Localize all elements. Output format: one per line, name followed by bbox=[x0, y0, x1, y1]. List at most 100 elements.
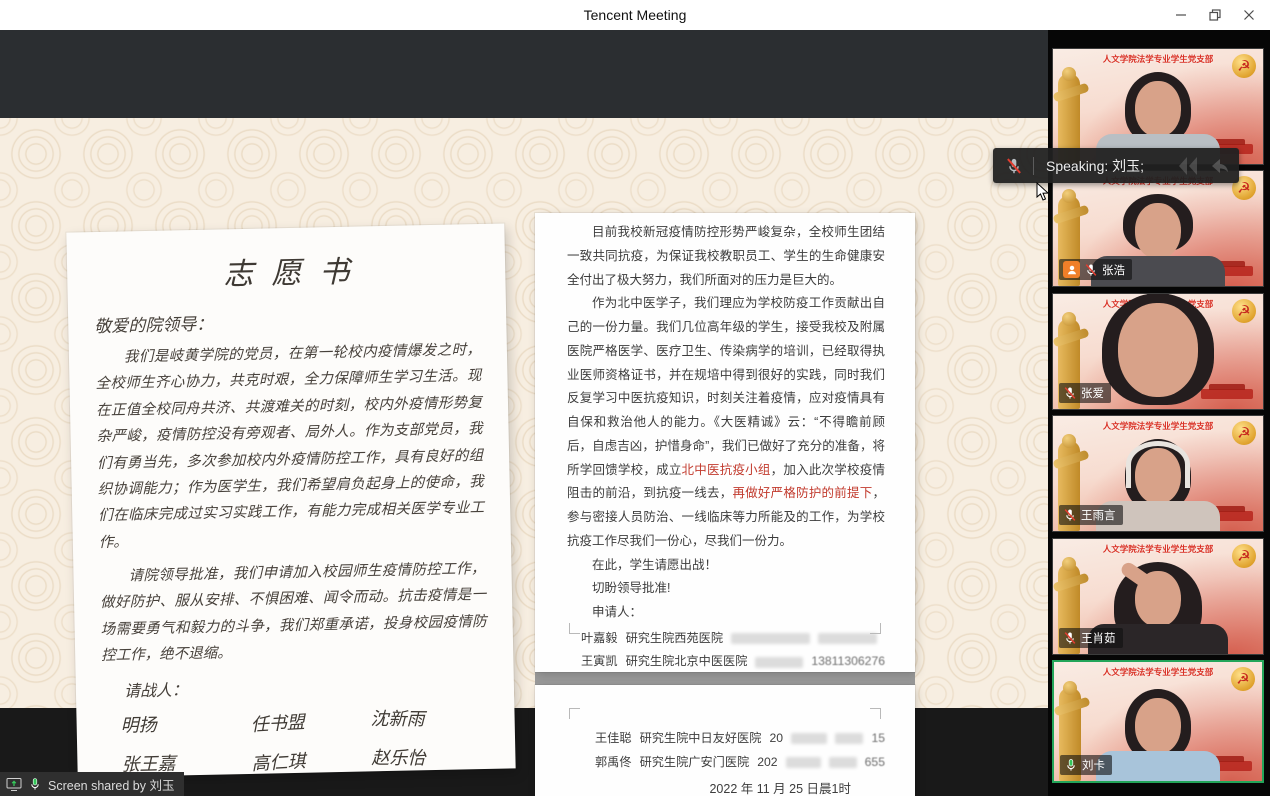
page-corner-mark bbox=[870, 623, 881, 634]
active-mic-icon bbox=[1064, 758, 1078, 772]
applicant-row: 王寅凯 研究生院北京中医医院 13811306276 bbox=[581, 652, 885, 672]
branch-banner-text: 人文学院法学专业学生党支部 bbox=[1079, 420, 1237, 432]
party-emblem-icon: ☭ bbox=[1232, 544, 1256, 568]
phone-fragment: 655 bbox=[865, 753, 885, 773]
muted-mic-icon bbox=[1063, 386, 1077, 400]
minimize-button[interactable] bbox=[1164, 0, 1198, 30]
muted-mic-icon bbox=[1063, 508, 1077, 522]
phone-fragment: 202 bbox=[757, 753, 777, 773]
mic-live-icon bbox=[28, 777, 42, 791]
applicant-row: 叶嘉毅 研究生院西苑医院 bbox=[581, 629, 885, 649]
redacted-id bbox=[786, 757, 821, 768]
close-icon bbox=[1241, 7, 1257, 23]
avatar bbox=[1135, 698, 1181, 754]
phone-fragment: 20 bbox=[769, 729, 783, 749]
close-button[interactable] bbox=[1232, 0, 1266, 30]
muted-mic-icon bbox=[1005, 157, 1023, 175]
branch-banner-text: 人文学院法学专业学生党支部 bbox=[1079, 53, 1237, 65]
mouse-cursor bbox=[1036, 182, 1050, 207]
avatar bbox=[1118, 303, 1198, 397]
letter-paragraph: 请院领导批准，我们申请加入校园师生疫情防控工作，做好防护、服从安排、不惧困难、闻… bbox=[99, 556, 487, 670]
applicant-hospital: 研究生院西苑医院 bbox=[626, 629, 724, 649]
signature: 赵乐怡 bbox=[371, 743, 491, 770]
applicant-hospital: 研究生院北京中医医院 bbox=[626, 652, 748, 672]
screen-share-status: Screen shared by 刘玉 bbox=[0, 772, 184, 796]
window-controls bbox=[1164, 0, 1266, 30]
party-emblem-icon: ☭ bbox=[1231, 667, 1255, 691]
member-badge-icon bbox=[1063, 261, 1080, 278]
participant-tile[interactable]: 人文学院法学专业学生党支部 ☭ 张浩 bbox=[1052, 170, 1264, 287]
letter-signoff: 请战人： bbox=[124, 669, 488, 701]
applicant-name: 郭禹佟 bbox=[595, 753, 632, 773]
redacted-id bbox=[731, 633, 810, 644]
doc-line: 切盼领导批准! bbox=[567, 577, 885, 601]
doc-paragraph: 作为北中医学子，我们理应为学校防疫工作贡献出自己的一份力量。我们几位高年级的学生… bbox=[567, 292, 885, 553]
applicant-name: 王寅凯 bbox=[581, 652, 618, 672]
reply-arrow-icon bbox=[1207, 155, 1229, 177]
screen-share-icon bbox=[6, 777, 22, 792]
page-break-gap bbox=[535, 672, 915, 685]
virtual-background: 人文学院法学专业学生党支部 ☭ bbox=[1053, 49, 1263, 164]
participant-name: 刘卡 bbox=[1082, 757, 1105, 773]
participant-name: 王肖茹 bbox=[1081, 630, 1116, 646]
participant-tile-active-speaker[interactable]: 人文学院法学专业学生党支部 ☭ 刘卡 bbox=[1052, 660, 1264, 783]
slide-background: 志愿书 敬爱的院领导： 我们是岐黄学院的党员，在第一轮校内疫情爆发之时，全校师生… bbox=[0, 118, 1048, 708]
screen-share-label: Screen shared by 刘玉 bbox=[48, 775, 174, 794]
signature: 沈新雨 bbox=[371, 704, 491, 731]
minimize-icon bbox=[1173, 7, 1189, 23]
name-plate: 张浩 bbox=[1059, 259, 1132, 280]
participant-tile[interactable]: 人文学院法学专业学生党支部 ☭ 王肖茹 bbox=[1052, 538, 1264, 655]
signature: 任书盟 bbox=[250, 704, 371, 737]
divider bbox=[1033, 157, 1034, 175]
doc-red-text: 北中医抗疫小组 bbox=[682, 463, 771, 477]
applicant-name: 王佳聪 bbox=[595, 729, 632, 749]
applicant-name: 叶嘉毅 bbox=[581, 629, 618, 649]
party-emblem-icon: ☭ bbox=[1232, 421, 1256, 445]
chevrons-icon bbox=[1175, 155, 1205, 177]
restore-icon bbox=[1207, 7, 1223, 23]
page-corner-mark bbox=[870, 708, 881, 719]
letter-title: 志愿书 bbox=[93, 244, 480, 296]
muted-mic-icon bbox=[1084, 263, 1098, 277]
redacted-id bbox=[791, 733, 827, 744]
avatar bbox=[1135, 448, 1181, 504]
signature: 明扬 bbox=[120, 708, 251, 737]
signature-grid: 明扬 任书盟 沈新雨 张王嘉 高仁琪 赵乐怡 任毅船 卢凯真 王字同 唐勁杰 舒… bbox=[120, 703, 492, 777]
participant-tile[interactable]: 人文学院法学专业学生党支部 ☭ 张爱 bbox=[1052, 293, 1264, 410]
applicant-row: 王佳聪 研究生院中日友好医院 20 15 bbox=[595, 729, 885, 749]
share-top-band bbox=[0, 30, 1048, 118]
redacted-phone bbox=[835, 733, 863, 744]
phone-fragment: 15 bbox=[871, 729, 885, 749]
handwritten-letter-page: 志愿书 敬爱的院领导： 我们是岐黄学院的党员，在第一轮校内疫情爆发之时，全校师生… bbox=[66, 223, 515, 777]
title-bar: Tencent Meeting bbox=[0, 0, 1270, 30]
typed-document: 目前我校新冠疫情防控形势严峻复杂，全校师生团结一致共同抗疫，为保证我校教职员工、… bbox=[535, 213, 915, 796]
doc-paragraph: 目前我校新冠疫情防控形势严峻复杂，全校师生团结一致共同抗疫，为保证我校教职员工、… bbox=[567, 221, 885, 292]
letter-paragraph: 我们是岐黄学院的党员，在第一轮校内疫情爆发之时，全校师生齐心协力，共克时艰，全力… bbox=[95, 337, 485, 556]
doc-line: 申请人： bbox=[567, 601, 885, 625]
doc-text: 作为北中医学子，我们理应为学校防疫工作贡献出自己的一份力量。我们几位高年级的学生… bbox=[567, 296, 885, 476]
name-plate: 王雨言 bbox=[1059, 505, 1123, 525]
restore-button[interactable] bbox=[1198, 0, 1232, 30]
document-date: 2022 年 11 月 25 日晨1时 bbox=[581, 778, 885, 796]
tencent-meeting-window: Tencent Meeting 志愿书 敬爱的院领导： 我们是岐黄学院的党员，在… bbox=[0, 0, 1270, 796]
avatar bbox=[1096, 751, 1220, 783]
name-plate: 张爱 bbox=[1059, 383, 1111, 403]
redacted-id bbox=[755, 657, 803, 668]
name-plate: 刘卡 bbox=[1060, 755, 1112, 775]
doc-line: 在此，学生请愿出战！ bbox=[567, 554, 885, 578]
speaking-label: Speaking: 刘玉; bbox=[1046, 156, 1144, 176]
participants-sidebar: 人文学院法学专业学生党支部 ☭ 人文学院法学专业学生党支部 ☭ bbox=[1048, 30, 1270, 796]
speaking-toast: Speaking: 刘玉; bbox=[993, 148, 1239, 183]
window-title: Tencent Meeting bbox=[584, 7, 687, 23]
participant-tile[interactable]: 人文学院法学专业学生党支部 ☭ 王雨言 bbox=[1052, 415, 1264, 532]
name-plate: 王肖茹 bbox=[1059, 628, 1123, 648]
letter-salutation: 敬爱的院领导： bbox=[94, 304, 480, 337]
avatar bbox=[1135, 81, 1181, 137]
applicant-hospital: 研究生院广安门医院 bbox=[640, 753, 750, 773]
participant-name: 王雨言 bbox=[1081, 507, 1116, 523]
signature: 高仁琪 bbox=[251, 743, 372, 776]
applicant-hospital: 研究生院中日友好医院 bbox=[640, 729, 762, 749]
avatar bbox=[1135, 203, 1181, 259]
participant-name: 张浩 bbox=[1102, 262, 1125, 278]
branch-banner-text: 人文学院法学专业学生党支部 bbox=[1079, 543, 1237, 555]
